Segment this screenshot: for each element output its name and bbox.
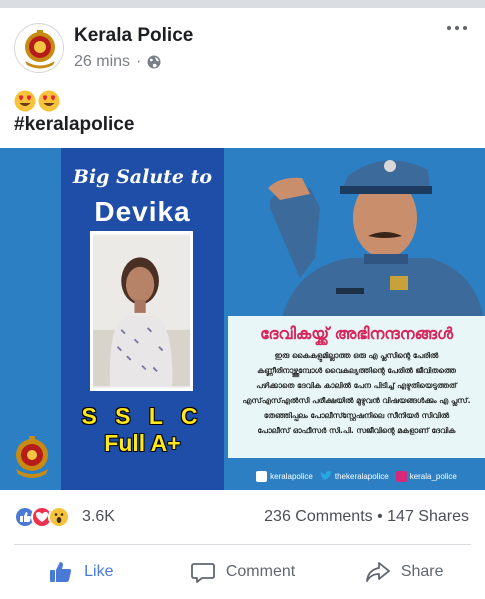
shares-count[interactable]: 147 Shares [387, 508, 469, 525]
message-line: ഇരു കൈകളുമില്ലാത്ത ഒരു എ പ്ലസിന്റെ പേരിൽ [274, 351, 439, 360]
share-button[interactable]: Share [323, 550, 485, 594]
page-name[interactable]: Kerala Police [74, 25, 193, 47]
instagram-handle-text: kerala_police [409, 471, 457, 481]
action-bar: Like Comment Share [0, 550, 485, 594]
globe-icon [147, 55, 161, 69]
message-line: എസ്എസ്എൽസി പരീക്ഷയിൽ മുഴുവൻ വിഷയങ്ങൾക്കു… [242, 396, 471, 405]
more-options-icon[interactable] [447, 26, 467, 30]
wow-reaction-icon [48, 506, 70, 528]
divider [14, 544, 471, 545]
twitter-icon [319, 471, 332, 480]
like-label: Like [84, 563, 114, 580]
top-strip [0, 0, 485, 8]
instagram-icon [395, 470, 407, 482]
reactions-row: 3.6K 236 Comments • 147 Shares [0, 498, 485, 538]
student-name: Devika [94, 196, 191, 227]
like-button[interactable]: Like [0, 550, 162, 594]
post-image[interactable]: Big Salute to Devika S S L C Full A+ ദേവ… [0, 148, 485, 490]
reaction-icons[interactable] [14, 506, 70, 528]
page-avatar[interactable] [14, 23, 64, 73]
saluting-officer-image [240, 148, 485, 328]
share-icon [365, 562, 390, 582]
comment-label: Comment [225, 563, 296, 580]
twitter-handle: thekeralapolice [319, 471, 389, 481]
stats-separator: • [377, 508, 383, 525]
instagram-handle: kerala_police [395, 470, 457, 482]
meta-separator: · [136, 53, 142, 70]
post-header: Kerala Police 26 mins · [0, 8, 485, 86]
salute-heading: Big Salute to [72, 166, 213, 188]
facebook-handle: keralapolice [256, 470, 313, 482]
kerala-police-emblem-icon [16, 436, 48, 478]
facebook-icon [256, 470, 268, 482]
kerala-police-emblem-icon [17, 26, 63, 72]
message-line: പഴിക്കാതെ ദേവിക കാലിൽ പേന പിടിച്ച് എഴുതി… [256, 381, 457, 390]
post-time[interactable]: 26 mins [74, 53, 130, 71]
emoji-line [14, 90, 60, 112]
comments-count[interactable]: 236 Comments [264, 508, 373, 525]
student-photo [90, 231, 193, 391]
heart-eyes-emoji-icon [38, 90, 60, 112]
thumbs-up-icon [50, 562, 72, 582]
heart-eyes-emoji-icon [14, 90, 36, 112]
message-line: പോലീസ് ഓഫീസർ സി.പി. സജീവിന്റെ മകളാണ് ദേവ… [257, 426, 456, 435]
post-meta: 26 mins · [74, 53, 161, 71]
reaction-count[interactable]: 3.6K [82, 508, 115, 526]
message-line: തേഞ്ഞിപ്പലം പോലീസ്സ്റ്റേഷനിലെ സീനിയർ സിവ… [263, 411, 450, 420]
grade-label: Full A+ [104, 430, 181, 456]
twitter-handle-text: thekeralapolice [334, 471, 389, 481]
comment-button[interactable]: Comment [162, 550, 324, 594]
engagement-stats: 236 Comments • 147 Shares [264, 508, 469, 526]
message-body: ഇരു കൈകളുമില്ലാത്ത ഒരു എ പ്ലസിന്റെ പേരിൽ… [232, 348, 481, 438]
comment-icon [190, 563, 215, 583]
student-portrait-image [93, 235, 190, 387]
exam-label: S S L C [81, 403, 204, 429]
social-handles: keralapolice thekeralapolice kerala_poli… [228, 466, 485, 486]
share-label: Share [400, 563, 444, 580]
facebook-handle-text: keralapolice [270, 471, 313, 481]
message-title: ദേവികയ്ക്ക് അഭിനന്ദനങ്ങൾ [259, 324, 454, 343]
message-line: കണ്ണീരിനാഴ്ത്തുമ്പോൾ വൈകല്യത്തിന്റെ പേരി… [257, 366, 456, 375]
hashtag-link[interactable]: #keralapolice [14, 114, 134, 136]
